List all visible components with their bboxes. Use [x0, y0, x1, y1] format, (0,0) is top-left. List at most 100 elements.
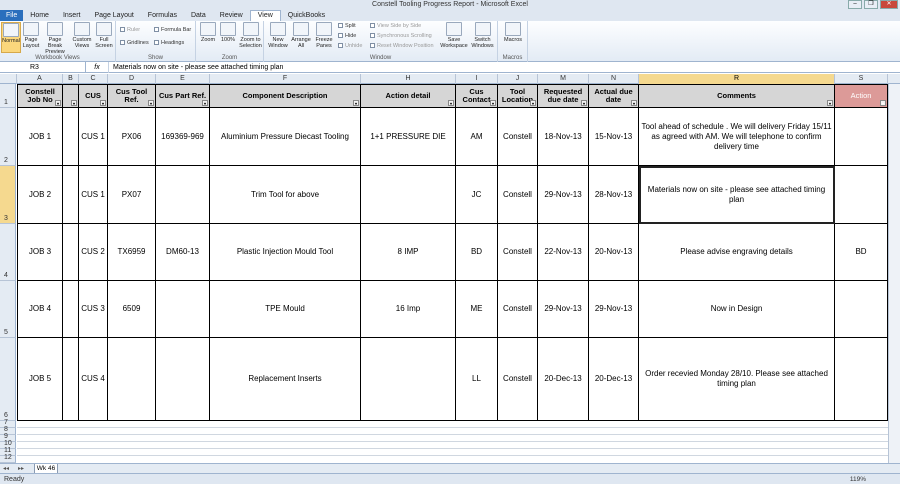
filter-dropdown-icon[interactable]: ▾ — [581, 100, 587, 106]
filter-dropdown-icon[interactable]: ▾ — [880, 100, 886, 106]
cell-job[interactable]: JOB 2 — [17, 166, 63, 224]
header-part-ref[interactable]: Cus Part Ref. ▾ — [156, 84, 210, 108]
tab-file[interactable]: File — [0, 10, 24, 21]
tab-formulas[interactable]: Formulas — [141, 11, 184, 21]
cell-req[interactable]: 22-Nov-13 — [538, 224, 589, 281]
new-window-button[interactable]: New Window — [267, 22, 289, 49]
unhide-button[interactable]: Unhide — [338, 43, 362, 50]
cell-action[interactable]: 1+1 PRESSURE DIE — [361, 108, 456, 166]
cell-s[interactable] — [835, 108, 888, 166]
header-actual-date[interactable]: Actual due date ▾ — [589, 84, 639, 108]
row-header-4[interactable]: 4 — [0, 224, 16, 281]
cell-cus[interactable]: CUS 4 — [79, 338, 108, 421]
column-header-f[interactable]: F — [210, 74, 361, 84]
column-header-j[interactable]: J — [498, 74, 538, 84]
cell-b[interactable] — [63, 108, 79, 166]
page-layout-view-button[interactable]: Page Layout — [22, 22, 40, 49]
full-screen-button[interactable]: Full Screen — [94, 22, 114, 49]
filter-dropdown-icon[interactable]: ▾ — [631, 100, 637, 106]
split-button[interactable]: Split — [338, 23, 356, 30]
header-action-detail[interactable]: Action detail ▾ — [361, 84, 456, 108]
cell-job[interactable]: JOB 1 — [17, 108, 63, 166]
synchronous-scrolling-button[interactable]: Synchronous Scrolling — [370, 33, 432, 40]
gridlines-checkbox[interactable]: Gridlines — [120, 40, 149, 47]
cell-part[interactable] — [156, 166, 210, 224]
cell-action[interactable]: 16 Imp — [361, 281, 456, 338]
formula-input[interactable]: Materials now on site - please see attac… — [108, 62, 898, 73]
fx-icon[interactable]: fx — [90, 62, 104, 73]
cell-loc[interactable]: Constell — [498, 166, 538, 224]
vertical-scrollbar[interactable] — [888, 84, 900, 463]
cell-action[interactable]: 8 IMP — [361, 224, 456, 281]
zoom-to-selection-button[interactable]: Zoom to Selection — [239, 22, 262, 49]
cell-tool[interactable]: PX07 — [108, 166, 156, 224]
cell-cus[interactable]: CUS 1 — [79, 108, 108, 166]
row-header-1[interactable]: 1 — [0, 84, 16, 108]
header-tool-ref[interactable]: Cus Tool Ref. ▾ — [108, 84, 156, 108]
cell-contact[interactable]: ME — [456, 281, 498, 338]
column-header-a[interactable]: A — [17, 74, 63, 84]
filter-dropdown-icon[interactable]: ▾ — [148, 100, 154, 106]
column-header-c[interactable]: C — [79, 74, 108, 84]
filter-dropdown-icon[interactable]: ▾ — [353, 100, 359, 106]
cell-job[interactable]: JOB 3 — [17, 224, 63, 281]
header-b[interactable]: ▾ — [63, 84, 79, 108]
name-box[interactable]: R3 — [0, 62, 86, 73]
filter-dropdown-icon[interactable]: ▾ — [490, 100, 496, 106]
cell-comments[interactable]: Tool ahead of schedule . We will deliver… — [639, 108, 835, 166]
select-all-corner[interactable] — [0, 74, 17, 84]
cell-actual[interactable]: 29-Nov-13 — [589, 281, 639, 338]
cell-req[interactable]: 29-Nov-13 — [538, 166, 589, 224]
cell-b[interactable] — [63, 166, 79, 224]
reset-window-position-button[interactable]: Reset Window Position — [370, 43, 434, 50]
freeze-panes-button[interactable]: Freeze Panes — [313, 22, 335, 49]
header-cus[interactable]: CUS ▾ — [79, 84, 108, 108]
cell-b[interactable] — [63, 224, 79, 281]
headings-checkbox[interactable]: Headings — [154, 40, 184, 47]
cell-loc[interactable]: Constell — [498, 281, 538, 338]
cell-part[interactable]: DM60-13 — [156, 224, 210, 281]
column-header-n[interactable]: N — [589, 74, 639, 84]
filter-dropdown-icon[interactable]: ▾ — [100, 100, 106, 106]
restore-icon[interactable]: ❐ — [864, 0, 878, 9]
zoom-button[interactable]: Zoom — [199, 22, 217, 43]
cell-req[interactable]: 29-Nov-13 — [538, 281, 589, 338]
filter-dropdown-icon[interactable]: ▾ — [448, 100, 454, 106]
tab-data[interactable]: Data — [184, 11, 213, 21]
view-side-by-side-button[interactable]: View Side by Side — [370, 23, 421, 30]
ruler-checkbox[interactable]: Ruler — [120, 27, 140, 34]
cell-cus[interactable]: CUS 3 — [79, 281, 108, 338]
row-header-12[interactable]: 12 — [0, 454, 16, 463]
column-header-i[interactable]: I — [456, 74, 498, 84]
cell-loc[interactable]: Constell — [498, 108, 538, 166]
formula-bar-checkbox[interactable]: Formula Bar — [154, 27, 191, 34]
cell-desc[interactable]: Trim Tool for above — [210, 166, 361, 224]
macros-button[interactable]: Macros — [502, 22, 524, 43]
cell-part[interactable] — [156, 281, 210, 338]
cell-tool[interactable]: TX6959 — [108, 224, 156, 281]
column-header-e[interactable]: E — [156, 74, 210, 84]
header-contact[interactable]: Cus Contact ▾ — [456, 84, 498, 108]
filter-dropdown-icon[interactable]: ▾ — [202, 100, 208, 106]
cell-contact[interactable]: AM — [456, 108, 498, 166]
cell-loc[interactable]: Constell — [498, 338, 538, 421]
cell-s[interactable] — [835, 281, 888, 338]
row-header-2[interactable]: 2 — [0, 108, 16, 166]
column-header-h[interactable]: H — [361, 74, 456, 84]
normal-view-button[interactable]: Normal — [1, 22, 21, 53]
cell-cus[interactable]: CUS 1 — [79, 166, 108, 224]
tab-page-layout[interactable]: Page Layout — [87, 11, 140, 21]
cell-s[interactable] — [835, 338, 888, 421]
cell-tool[interactable]: PX06 — [108, 108, 156, 166]
cell-req[interactable]: 18-Nov-13 — [538, 108, 589, 166]
cell-tool[interactable] — [108, 338, 156, 421]
cell-req[interactable]: 20-Dec-13 — [538, 338, 589, 421]
row-header-7[interactable]: 7 — [0, 419, 16, 428]
cell-contact[interactable]: JC — [456, 166, 498, 224]
tab-view[interactable]: View — [249, 10, 281, 21]
tab-insert[interactable]: Insert — [56, 11, 88, 21]
cell-job[interactable]: JOB 5 — [17, 338, 63, 421]
cell-desc[interactable]: Plastic Injection Mould Tool — [210, 224, 361, 281]
tab-home[interactable]: Home — [23, 11, 56, 21]
cell-loc[interactable]: Constell — [498, 224, 538, 281]
